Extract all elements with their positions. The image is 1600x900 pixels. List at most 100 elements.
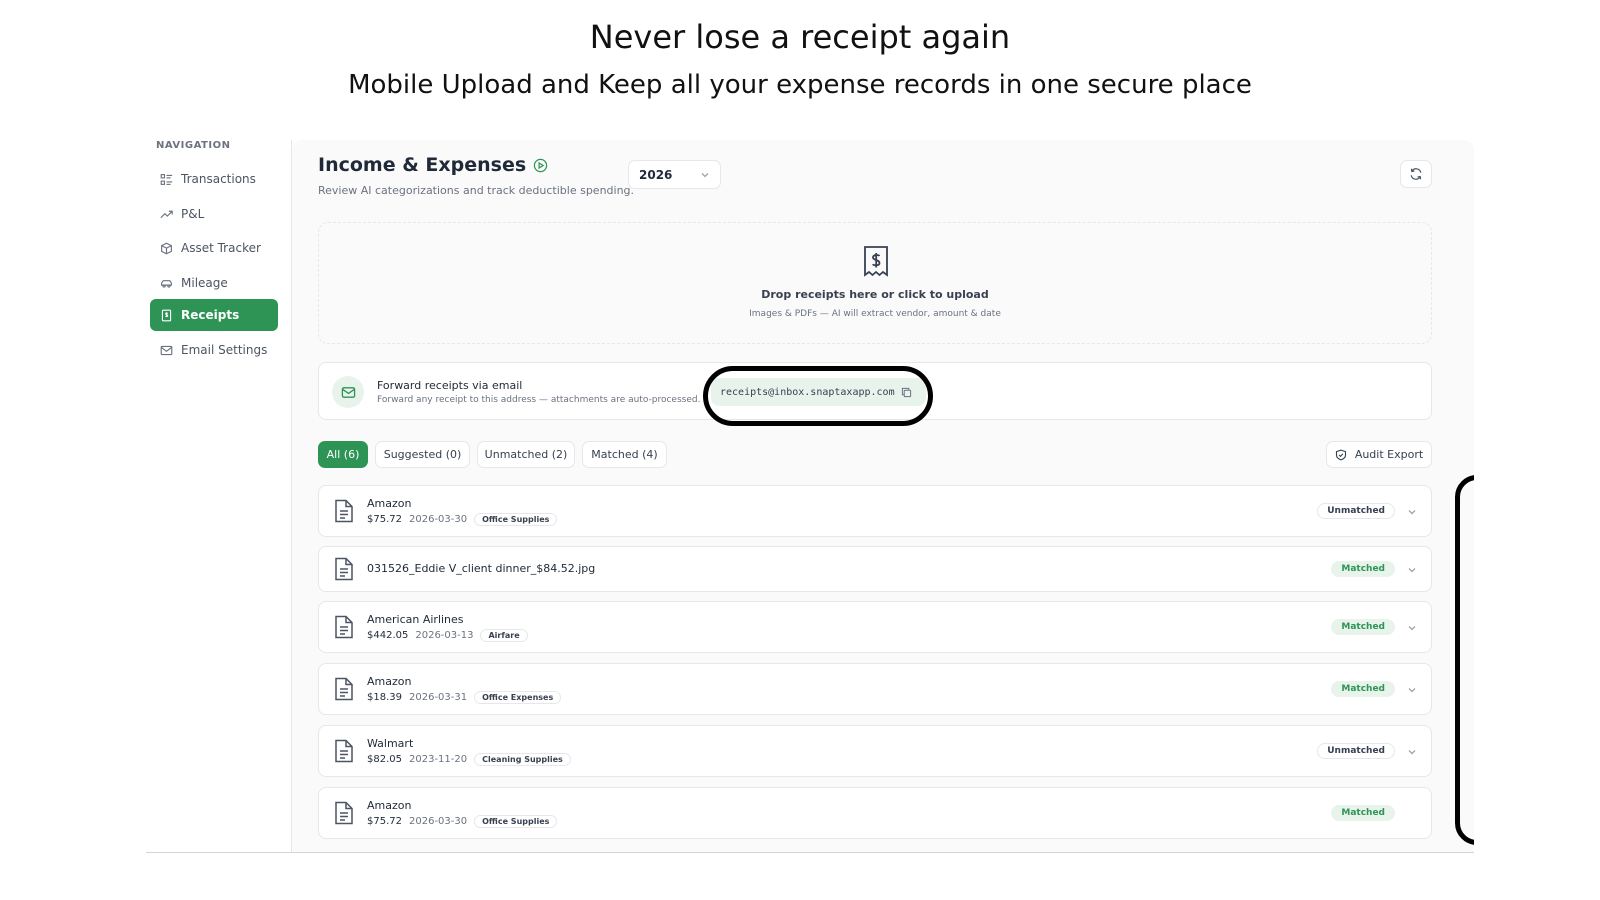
year-select-value: 2026 [639, 167, 673, 182]
category-tag: Office Supplies [474, 513, 558, 526]
refresh-button[interactable] [1400, 160, 1432, 188]
receipt-row[interactable]: American Airlines $442.05 2026-03-13 Air… [318, 601, 1432, 653]
receipt-row[interactable]: Amazon $18.39 2026-03-31 Office Expenses… [318, 663, 1432, 715]
receipt-row[interactable]: 031526_Eddie V_client dinner_$84.52.jpg … [318, 546, 1432, 592]
list-icon [160, 173, 173, 185]
receipt-date: 2023-11-20 [409, 754, 468, 765]
status-badge[interactable]: Matched [1331, 619, 1395, 635]
shield-icon [1335, 449, 1346, 460]
tab-matched[interactable]: Matched (4) [582, 441, 667, 468]
receipt-meta: $75.72 2026-03-30 Office Supplies [367, 815, 558, 828]
chevron-down-icon[interactable] [1407, 507, 1417, 517]
receipt-amount: $82.05 [367, 754, 402, 765]
forward-title: Forward receipts via email [377, 379, 523, 392]
receipt-meta: $75.72 2026-03-30 Office Supplies [367, 513, 558, 526]
page-title: Income & Expenses [318, 154, 548, 176]
receipt-vendor: Walmart [367, 737, 414, 750]
receipt-meta: $18.39 2026-03-31 Office Expenses [367, 691, 562, 704]
status-highlight-ring [1455, 475, 1474, 845]
sidebar-item-label: Transactions [181, 172, 256, 186]
status-badge[interactable]: Unmatched [1317, 503, 1395, 519]
sidebar-item-transactions[interactable]: Transactions [150, 163, 278, 195]
receipt-amount: $75.72 [367, 514, 402, 525]
receipt-date: 2026-03-31 [409, 692, 468, 703]
mail-icon [341, 386, 355, 398]
document-icon [335, 739, 353, 763]
receipt-date: 2026-03-30 [409, 514, 468, 525]
dropzone-title: Drop receipts here or click to upload [761, 288, 989, 301]
document-icon [335, 801, 353, 825]
sidebar-item-label: Receipts [181, 308, 240, 322]
sidebar-item-receipts[interactable]: Receipts [150, 299, 278, 331]
forward-subtitle: Forward any receipt to this address — at… [377, 395, 701, 405]
box-icon [161, 242, 172, 254]
play-circle-icon[interactable] [533, 158, 548, 173]
receipt-amount: $442.05 [367, 630, 409, 641]
receipt-vendor: American Airlines [367, 613, 464, 626]
sidebar: NAVIGATION Transactions P&L Asset Tracke… [146, 140, 292, 852]
receipt-vendor: 031526_Eddie V_client dinner_$84.52.jpg [367, 562, 596, 575]
status-badge[interactable]: Unmatched [1317, 743, 1395, 759]
category-tag: Office Expenses [474, 691, 562, 704]
mail-badge [332, 376, 364, 408]
trend-up-icon [160, 210, 173, 218]
document-icon [335, 677, 353, 701]
status-badge[interactable]: Matched [1331, 561, 1395, 577]
sidebar-item-label: Asset Tracker [181, 241, 261, 255]
car-icon [161, 279, 172, 288]
hero-title: Never lose a receipt again [589, 18, 1011, 56]
receipt-row[interactable]: Amazon $75.72 2026-03-30 Office Supplies… [318, 485, 1432, 537]
receipt-vendor: Amazon [367, 497, 412, 510]
page-title-text: Income & Expenses [318, 154, 527, 176]
category-tag: Airfare [480, 629, 528, 642]
sidebar-item-label: Email Settings [181, 343, 268, 357]
receipt-row[interactable]: Amazon $75.72 2026-03-30 Office Supplies… [318, 787, 1432, 839]
receipt-dropzone[interactable]: Drop receipts here or click to upload Im… [318, 222, 1432, 344]
sidebar-item-asset-tracker[interactable]: Asset Tracker [150, 232, 278, 264]
receipt-amount: $18.39 [367, 692, 402, 703]
receipt-upload-icon [864, 246, 888, 277]
receipt-row[interactable]: Walmart $82.05 2023-11-20 Cleaning Suppl… [318, 725, 1432, 777]
status-badge[interactable]: Matched [1331, 681, 1395, 697]
email-highlight-ring [703, 366, 933, 426]
sidebar-item-email-settings[interactable]: Email Settings [150, 334, 278, 366]
receipt-vendor: Amazon [367, 799, 412, 812]
refresh-icon [1410, 168, 1422, 180]
app-window: NAVIGATION Transactions P&L Asset Tracke… [146, 140, 1474, 853]
year-select[interactable]: 2026 [628, 160, 721, 189]
sidebar-item-label: Mileage [181, 276, 228, 290]
document-icon [335, 499, 353, 523]
tab-suggested[interactable]: Suggested (0) [375, 441, 470, 468]
chevron-down-icon [701, 172, 709, 177]
tab-all[interactable]: All (6) [318, 441, 368, 468]
dropzone-subtitle: Images & PDFs — AI will extract vendor, … [749, 309, 1001, 319]
chevron-down-icon[interactable] [1407, 565, 1417, 575]
audit-export-button[interactable]: Audit Export [1326, 441, 1432, 468]
receipt-date: 2026-03-13 [415, 630, 474, 641]
nav-heading: NAVIGATION [156, 140, 231, 151]
category-tag: Cleaning Supplies [474, 753, 571, 766]
status-badge[interactable]: Matched [1331, 805, 1395, 821]
sidebar-item-pl[interactable]: P&L [150, 198, 278, 230]
main-panel: Income & Expenses Review AI categorizati… [292, 140, 1474, 852]
chevron-down-icon[interactable] [1407, 685, 1417, 695]
sidebar-item-label: P&L [181, 207, 205, 221]
chevron-down-icon[interactable] [1407, 623, 1417, 633]
tab-unmatched[interactable]: Unmatched (2) [477, 441, 575, 468]
page-subtitle: Review AI categorizations and track dedu… [318, 184, 635, 197]
receipt-vendor: Amazon [367, 675, 412, 688]
audit-export-label: Audit Export [1354, 448, 1424, 461]
category-tag: Office Supplies [474, 815, 558, 828]
receipt-meta: $442.05 2026-03-13 Airfare [367, 629, 528, 642]
document-icon [335, 557, 353, 581]
forward-email-card: Forward receipts via email Forward any r… [318, 362, 1432, 426]
hero-subtitle: Mobile Upload and Keep all your expense … [348, 70, 1252, 100]
receipt-meta: $82.05 2023-11-20 Cleaning Supplies [367, 753, 571, 766]
receipt-amount: $75.72 [367, 816, 402, 827]
sidebar-item-mileage[interactable]: Mileage [150, 267, 278, 299]
document-icon [335, 615, 353, 639]
chevron-down-icon[interactable] [1407, 747, 1417, 757]
mail-icon [160, 345, 173, 355]
receipt-date: 2026-03-30 [409, 816, 468, 827]
receipt-icon [161, 309, 172, 321]
